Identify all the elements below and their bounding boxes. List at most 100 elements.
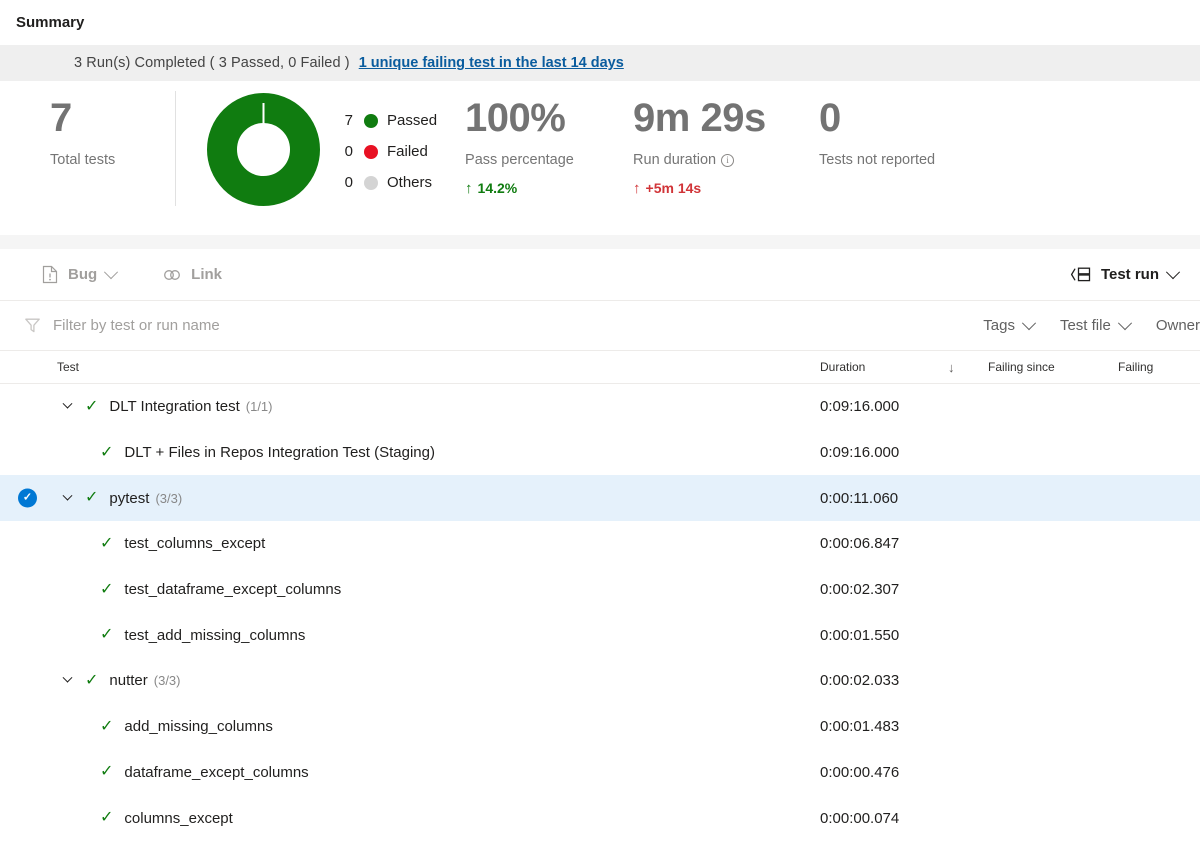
test-name-label: add_missing_columns	[124, 718, 272, 735]
bug-button[interactable]: Bug	[36, 260, 122, 289]
filter-icon	[24, 317, 41, 334]
table-row[interactable]: ✓nutter(3/3)0:00:02.033	[0, 658, 1200, 704]
table-row[interactable]: ✓columns_except0:00:00.074	[0, 795, 1200, 841]
sort-descending-icon[interactable]: ↓	[948, 360, 988, 375]
expand-collapse-chevron-icon[interactable]	[60, 495, 75, 502]
runs-status-bar: 3 Run(s) Completed ( 3 Passed, 0 Failed …	[0, 45, 1200, 81]
duration-cell: 0:09:16.000	[820, 398, 948, 415]
test-name-label: dataframe_except_columns	[124, 764, 308, 781]
info-icon[interactable]: i	[721, 154, 734, 167]
test-name-cell: ✓ nutter (3/3)	[0, 672, 820, 689]
table-row[interactable]: ✓test_dataframe_except_columns0:00:02.30…	[0, 567, 1200, 613]
search-input[interactable]: Filter by test or run name	[24, 317, 983, 334]
stats-divider	[175, 91, 176, 206]
duration-cell: 0:00:01.550	[820, 627, 948, 644]
table-row[interactable]: ✓ DLT + Files in Repos Integration Test (…	[0, 430, 1200, 476]
group-pass-count: (3/3)	[155, 491, 182, 506]
table-header: Test Duration ↓ Failing since Failing	[0, 351, 1200, 384]
legend-item-others: 0 Others	[337, 167, 437, 198]
chevron-down-icon	[1166, 265, 1180, 279]
legend-item-failed: 0 Failed	[337, 136, 437, 167]
tags-filter[interactable]: Tags	[983, 317, 1034, 334]
results-table-body: ✓ DLT Integration test (1/1) 0:09:16.000 ✓ DL…	[0, 384, 1200, 841]
test-name-label: columns_except	[124, 810, 232, 827]
legend-label-failed: Failed	[387, 143, 428, 160]
column-header-duration[interactable]: Duration	[820, 360, 948, 374]
run-duration-label: Run duration i	[633, 152, 819, 168]
test-name-label: DLT Integration test	[109, 398, 239, 415]
chevron-down-icon	[1118, 316, 1132, 330]
duration-cell: 0:00:00.074	[820, 810, 948, 827]
test-name-label: DLT + Files in Repos Integration Test (S…	[124, 444, 435, 461]
group-pass-count: (1/1)	[246, 399, 273, 414]
row-selected-check-icon[interactable]: ✓	[18, 489, 37, 508]
passed-dot-icon	[364, 114, 378, 128]
duration-cell: 0:00:00.476	[820, 764, 948, 781]
owner-filter[interactable]: Owner	[1156, 317, 1200, 334]
chevron-down-icon	[1022, 316, 1036, 330]
link-button-label: Link	[191, 266, 222, 283]
passed-check-icon: ✓	[100, 536, 113, 552]
arrow-up-icon: ↑	[633, 181, 641, 196]
donut-svg	[207, 93, 320, 206]
others-dot-icon	[364, 176, 378, 190]
table-row[interactable]: ✓ DLT Integration test (1/1) 0:09:16.000	[0, 384, 1200, 430]
test-name-label: test_add_missing_columns	[124, 627, 305, 644]
owner-filter-label: Owner	[1156, 317, 1200, 334]
runs-completed-text: 3 Run(s) Completed ( 3 Passed, 0 Failed …	[74, 55, 350, 71]
passed-check-icon: ✓	[100, 582, 113, 598]
table-row[interactable]: ✓ dataframe_except_columns 0:00:00.476	[0, 750, 1200, 796]
failed-dot-icon	[364, 145, 378, 159]
passed-check-icon: ✓	[100, 445, 113, 461]
run-duration-label-text: Run duration	[633, 152, 716, 168]
passed-check-icon: ✓	[85, 399, 98, 415]
legend-count-others: 0	[337, 174, 353, 191]
table-row[interactable]: ✓✓pytest(3/3)0:00:11.060	[0, 475, 1200, 521]
test-results-page: Summary 3 Run(s) Completed ( 3 Passed, 0…	[0, 0, 1200, 868]
column-header-test[interactable]: Test	[0, 360, 820, 374]
not-reported-label: Tests not reported	[819, 152, 999, 168]
run-duration-stat: 9m 29s Run durationi ↑ +5m 14s	[633, 89, 819, 196]
test-name-cell: ✓ test_columns_except	[0, 535, 820, 552]
pass-percentage-label: Pass percentage	[465, 152, 633, 168]
test-name-label: test_columns_except	[124, 535, 265, 552]
passed-check-icon: ✓	[85, 673, 98, 689]
test-name-cell: ✓ DLT Integration test (1/1)	[0, 398, 820, 415]
chevron-down-icon	[104, 265, 118, 279]
duration-cell: 0:00:11.060	[820, 490, 948, 507]
test-name-cell: ✓test_add_missing_columns	[0, 627, 820, 644]
table-row[interactable]: ✓test_add_missing_columns0:00:01.550	[0, 612, 1200, 658]
pass-percentage-value: 100%	[465, 96, 633, 140]
table-row[interactable]: ✓add_missing_columns0:00:01.483	[0, 704, 1200, 750]
filter-row: Filter by test or run name Tags Test fil…	[0, 301, 1200, 351]
run-duration-delta-value: +5m 14s	[646, 180, 702, 196]
failing-tests-link[interactable]: 1 unique failing test in the last 14 day…	[359, 55, 624, 71]
test-name-cell: ✓ test_dataframe_except_columns	[0, 581, 820, 598]
test-name-label: test_dataframe_except_columns	[124, 581, 341, 598]
total-tests-label: Total tests	[50, 152, 175, 168]
test-file-filter[interactable]: Test file	[1060, 317, 1130, 334]
expand-collapse-chevron-icon[interactable]	[60, 403, 75, 410]
test-name-label: nutter	[109, 672, 147, 689]
bug-button-label: Bug	[68, 266, 97, 283]
legend-item-passed: 7 Passed	[337, 105, 437, 136]
group-pass-count: (3/3)	[154, 673, 181, 688]
pass-percentage-stat: 100% Pass percentage ↑ 14.2%	[465, 89, 633, 196]
table-row[interactable]: ✓test_columns_except0:00:06.847	[0, 521, 1200, 567]
passed-check-icon: ✓	[100, 764, 113, 780]
column-header-failing[interactable]: Failing	[1118, 360, 1200, 374]
group-by-button[interactable]: Test run	[1064, 261, 1184, 288]
test-name-cell: ✓ DLT + Files in Repos Integration Test (…	[0, 444, 820, 461]
legend-label-others: Others	[387, 174, 432, 191]
legend-label-passed: Passed	[387, 112, 437, 129]
link-button[interactable]: Link	[156, 261, 228, 288]
arrow-up-icon: ↑	[465, 181, 473, 196]
test-name-cell: ✓pytest(3/3)	[0, 490, 820, 507]
group-by-icon	[1070, 266, 1092, 283]
test-name-cell: ✓columns_except	[0, 810, 820, 827]
total-tests-value: 7	[50, 96, 175, 140]
expand-collapse-chevron-icon[interactable]	[60, 677, 75, 684]
page-title: Summary	[0, 0, 1200, 45]
tests-not-reported-stat: 0 Tests not reported	[819, 89, 999, 168]
column-header-failing-since[interactable]: Failing since	[988, 360, 1118, 374]
